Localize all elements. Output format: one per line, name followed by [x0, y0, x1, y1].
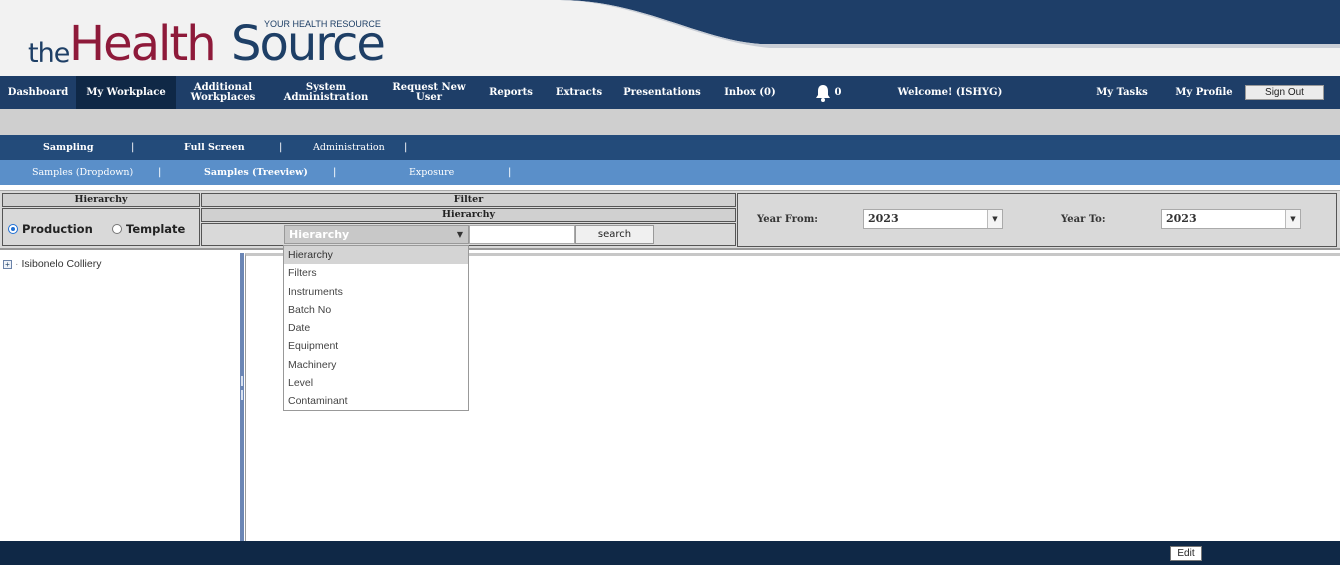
header: the Health Source YOUR HEALTH RESOURCE [0, 0, 1340, 76]
template-label: Template [126, 222, 186, 236]
main-nav: Dashboard My Workplace Additional Workpl… [0, 76, 1340, 109]
template-radio[interactable]: Template [112, 222, 185, 236]
production-radio[interactable]: Production [8, 222, 93, 236]
tab-full-screen[interactable]: Full Screen [184, 135, 245, 160]
year-from-label: Year From: [757, 214, 818, 225]
year-from-value: 2023 [868, 212, 899, 225]
nav-system-line2: Administration [283, 91, 369, 103]
separator: | [279, 142, 283, 153]
dropdown-option[interactable]: Filters [284, 264, 468, 282]
hierarchy-header: Hierarchy [2, 193, 200, 207]
production-radio-control[interactable] [8, 224, 18, 234]
separator: | [158, 167, 162, 178]
nav-reports-label: Reports [489, 86, 533, 98]
nav-my-tasks[interactable]: My Tasks [1094, 76, 1150, 109]
tab-exposure[interactable]: Exposure [409, 160, 454, 185]
nav-dashboard[interactable]: Dashboard [0, 76, 76, 109]
nav-additional-line2: Workplaces [190, 91, 256, 103]
dropdown-option[interactable]: Instruments [284, 283, 468, 301]
tab-samples-treeview[interactable]: Samples (Treeview) [204, 160, 308, 185]
logo-tagline: YOUR HEALTH RESOURCE [264, 19, 381, 29]
chevron-down-icon: ▼ [987, 210, 1002, 228]
tree-node-label: Isibonelo Colliery [21, 258, 102, 270]
nav-system-line1: System [305, 81, 347, 93]
filter-type-dropdown: Hierarchy Filters Instruments Batch No Date E… [283, 245, 469, 411]
search-input[interactable] [469, 225, 575, 244]
welcome-text: Welcome! (ISHYG) [897, 86, 1003, 98]
chevron-down-icon: ▼ [1285, 210, 1300, 228]
filter-type-value: Hierarchy [289, 228, 350, 241]
chevron-down-icon: ▼ [456, 230, 463, 239]
dropdown-option[interactable]: Machinery [284, 356, 468, 374]
logo[interactable]: the Health Source YOUR HEALTH RESOURCE [28, 14, 408, 74]
nav-my-profile-label: My Profile [1175, 86, 1233, 98]
separator: | [508, 167, 512, 178]
nav-my-tasks-label: My Tasks [1096, 86, 1148, 98]
sign-out-button[interactable]: Sign Out [1245, 85, 1324, 100]
nav-extracts[interactable]: Extracts [552, 76, 606, 109]
nav-request-new-user-label: Request New User [392, 81, 466, 103]
filter-type-select[interactable]: Hierarchy ▼ [284, 225, 469, 244]
nav-notifications[interactable]: 0 [808, 76, 848, 109]
year-to-value: 2023 [1166, 212, 1197, 225]
sub-nav-secondary: Samples (Dropdown) | Samples (Treeview) … [0, 160, 1340, 185]
dropdown-option[interactable]: Date [284, 319, 468, 337]
edit-button[interactable]: Edit [1170, 546, 1202, 561]
year-from-select[interactable]: 2023 ▼ [863, 209, 1003, 229]
production-label: Production [22, 222, 93, 236]
separator: | [131, 142, 135, 153]
tree-node[interactable]: + · Isibonelo Colliery [3, 258, 101, 270]
nav-inbox-label: Inbox (0) [724, 86, 776, 98]
hierarchy-tree: + · Isibonelo Colliery [0, 253, 240, 541]
tab-administration[interactable]: Administration [313, 135, 385, 160]
nav-presentations-label: Presentations [623, 86, 701, 98]
logo-health: Health [69, 16, 217, 72]
template-radio-control[interactable] [112, 224, 122, 234]
nav-reports[interactable]: Reports [486, 76, 536, 109]
dropdown-option[interactable]: Equipment [284, 337, 468, 355]
separator: | [404, 142, 408, 153]
nav-my-workplace-label: My Workplace [86, 86, 166, 98]
nav-welcome: Welcome! (ISHYG) [890, 76, 1010, 109]
nav-request-new-user[interactable]: Request New User [378, 76, 480, 109]
dropdown-option[interactable]: Level [284, 374, 468, 392]
dropdown-option[interactable]: Hierarchy [284, 246, 468, 265]
nav-dashboard-label: Dashboard [7, 86, 69, 98]
tab-samples-dropdown[interactable]: Samples (Dropdown) [32, 160, 133, 185]
footer [0, 541, 1340, 565]
year-to-label: Year To: [1061, 214, 1106, 225]
expand-icon[interactable]: + [3, 259, 12, 269]
nav-additional-workplaces[interactable]: Additional Workplaces [180, 76, 266, 109]
year-to-select[interactable]: 2023 ▼ [1161, 209, 1301, 229]
nav-my-profile[interactable]: My Profile [1172, 76, 1236, 109]
splitter-grip[interactable] [240, 372, 244, 418]
nav-additional-line1: Additional [193, 81, 253, 93]
dropdown-option[interactable]: Contaminant [284, 392, 468, 410]
nav-presentations[interactable]: Presentations [620, 76, 704, 109]
nav-inbox[interactable]: Inbox (0) [720, 76, 780, 109]
nav-my-workplace[interactable]: My Workplace [76, 76, 176, 109]
sub-nav-primary: Sampling | Full Screen | Administration … [0, 135, 1340, 160]
nav-extracts-label: Extracts [555, 86, 603, 98]
tab-sampling[interactable]: Sampling [43, 135, 93, 160]
tree-connector: · [15, 258, 19, 270]
logo-the: the [28, 38, 70, 69]
separator: | [333, 167, 337, 178]
filter-subheader: Hierarchy [201, 208, 736, 222]
notification-count: 0 [834, 86, 842, 98]
filter-header: Filter [201, 193, 736, 207]
search-button[interactable]: search [575, 225, 654, 244]
toolbar-spacer [0, 109, 1340, 135]
bell-icon [815, 84, 830, 102]
app-root: the Health Source YOUR HEALTH RESOURCE D… [0, 0, 1340, 565]
dropdown-option[interactable]: Batch No [284, 301, 468, 319]
nav-system-administration[interactable]: System Administration [280, 76, 372, 109]
